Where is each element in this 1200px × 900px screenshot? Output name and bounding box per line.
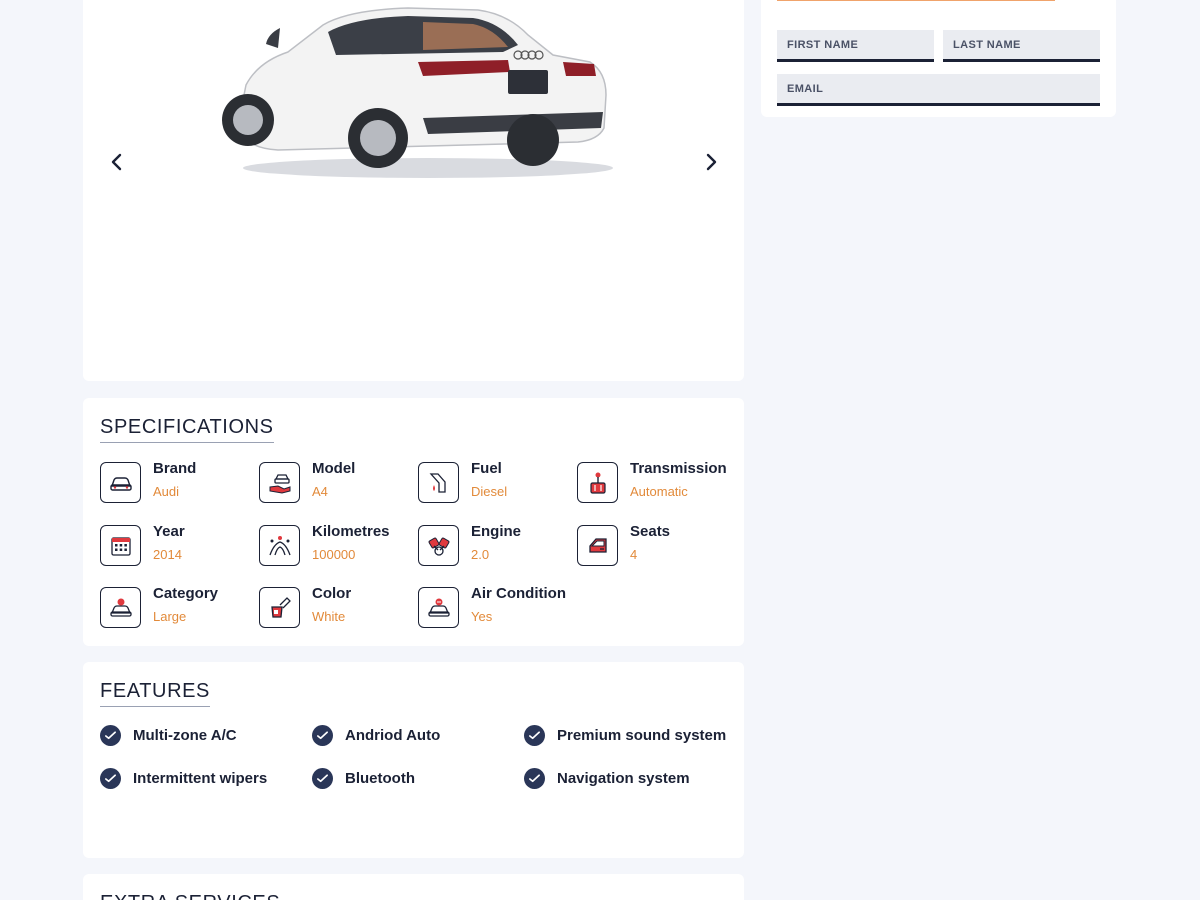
chevron-left-icon (105, 150, 129, 174)
extra-services-title: EXTRA SERVICES (100, 892, 280, 900)
car-ac-icon (418, 587, 459, 628)
spec-label: Seats (630, 523, 671, 540)
spec-value: Diesel (471, 484, 508, 499)
spec-value: A4 (312, 484, 328, 499)
chevron-right-icon (699, 150, 723, 174)
car-hand-icon (259, 462, 300, 503)
spec-value: 4 (630, 547, 638, 562)
car-image (218, 0, 618, 185)
first-name-field-wrap (777, 30, 934, 62)
spec-engine: Engine 2.0 (418, 523, 568, 567)
spec-label: Year (153, 523, 185, 540)
feature-label: Multi-zone A/C (133, 727, 237, 744)
spec-label: Fuel (471, 460, 502, 477)
specifications-title: SPECIFICATIONS (100, 416, 274, 443)
first-name-input[interactable] (787, 38, 924, 51)
feature-label: Intermittent wipers (133, 770, 268, 787)
spec-label: Transmission (630, 460, 727, 477)
specifications-card: SPECIFICATIONS Brand Audi Model A4 Fuel … (83, 398, 744, 646)
spec-value: 100000 (312, 547, 356, 562)
features-title: FEATURES (100, 680, 210, 707)
spec-label: Air Condition (471, 585, 566, 602)
spec-label: Model (312, 460, 356, 477)
spec-color: Color White (259, 585, 409, 629)
accent-divider (777, 0, 1055, 1)
contact-form (761, 0, 1116, 117)
car-icon (100, 462, 141, 503)
spec-value: Large (153, 609, 187, 624)
spec-transmission: Transmission Automatic (577, 460, 727, 504)
features-card: FEATURES Multi-zone A/C Andriod Auto Pre… (83, 662, 744, 858)
spec-value: White (312, 609, 346, 624)
gallery-prev-button[interactable] (105, 150, 129, 174)
spec-brand: Brand Audi (100, 460, 250, 504)
check-icon (524, 725, 545, 746)
feature-label: Premium sound system (557, 727, 727, 744)
feature-label: Bluetooth (345, 770, 415, 787)
fuel-nozzle-icon (418, 462, 459, 503)
spec-label: Color (312, 585, 352, 602)
spec-label: Category (153, 585, 219, 602)
gear-shift-icon (577, 462, 618, 503)
spec-seats: Seats 4 (577, 523, 727, 567)
spec-model: Model A4 (259, 460, 409, 504)
spec-label: Engine (471, 523, 522, 540)
email-field-wrap (777, 74, 1100, 106)
check-icon (312, 725, 333, 746)
spec-year: Year 2014 (100, 523, 250, 567)
spec-value: 2.0 (471, 547, 490, 562)
spec-air-condition: Air Condition Yes (418, 585, 568, 629)
road-icon (259, 525, 300, 566)
spec-value: Automatic (630, 484, 688, 499)
last-name-field-wrap (943, 30, 1100, 62)
check-icon (312, 768, 333, 789)
spec-label: Brand (153, 460, 197, 477)
check-icon (524, 768, 545, 789)
spec-fuel: Fuel Diesel (418, 460, 568, 504)
paint-bucket-icon (259, 587, 300, 628)
engine-piston-icon (418, 525, 459, 566)
car-door-icon (577, 525, 618, 566)
feature-label: Navigation system (557, 770, 690, 787)
calendar-icon (100, 525, 141, 566)
spec-value: Yes (471, 609, 493, 624)
spec-kilometres: Kilometres 100000 (259, 523, 409, 567)
spec-label: Kilometres (312, 523, 390, 540)
extra-services-card: EXTRA SERVICES (83, 874, 744, 900)
check-icon (100, 725, 121, 746)
spec-value: Audi (153, 484, 180, 499)
spec-value: 2014 (153, 547, 182, 562)
car-category-icon (100, 587, 141, 628)
check-icon (100, 768, 121, 789)
car-gallery (83, 0, 744, 381)
spec-category: Category Large (100, 585, 250, 629)
feature-label: Andriod Auto (345, 727, 441, 744)
gallery-next-button[interactable] (699, 150, 723, 174)
email-input[interactable] (787, 82, 1090, 95)
last-name-input[interactable] (953, 38, 1090, 51)
